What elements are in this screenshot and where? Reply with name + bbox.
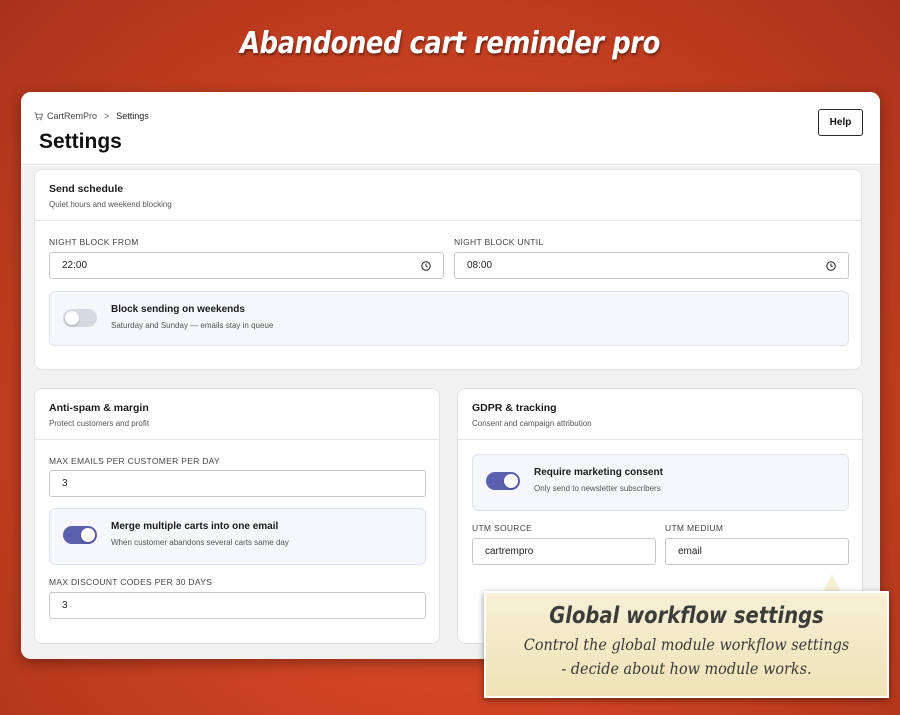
consent-toggle-title: Require marketing consent — [534, 467, 663, 478]
consent-toggle-row: Require marketing consent Only send to n… — [472, 454, 849, 511]
max-emails-value: 3 — [62, 478, 68, 489]
cart-icon — [34, 111, 43, 120]
help-button[interactable]: Help — [818, 109, 863, 136]
consent-toggle-subtitle: Only send to newsletter subscribers — [534, 484, 661, 493]
clock-icon[interactable] — [826, 261, 836, 271]
anti-spam-subtitle: Protect customers and profit — [49, 419, 150, 428]
utm-medium-input[interactable]: email — [665, 538, 849, 565]
merge-carts-toggle[interactable] — [63, 526, 97, 544]
page-header: CartRemPro > Settings Settings Help — [21, 92, 880, 165]
gdpr-header: GDPR & tracking Consent and campaign att… — [458, 389, 862, 440]
send-schedule-card: Send schedule Quiet hours and weekend bl… — [34, 169, 862, 370]
merge-carts-toggle-row: Merge multiple carts into one email When… — [49, 508, 426, 565]
anti-spam-title: Anti-spam & margin — [49, 402, 149, 414]
max-emails-label: MAX EMAILS PER CUSTOMER PER DAY — [49, 456, 220, 466]
settings-content: Send schedule Quiet hours and weekend bl… — [21, 166, 880, 659]
toggle-knob — [81, 528, 95, 542]
weekend-block-toggle[interactable] — [63, 309, 97, 327]
send-schedule-header: Send schedule Quiet hours and weekend bl… — [35, 170, 861, 221]
max-emails-input[interactable]: 3 — [49, 470, 426, 497]
marketing-consent-toggle[interactable] — [486, 472, 520, 490]
gdpr-title: GDPR & tracking — [472, 402, 557, 414]
night-block-until-label: NIGHT BLOCK UNTIL — [454, 237, 544, 247]
utm-source-value: cartrempro — [485, 546, 534, 557]
breadcrumb-separator: > — [104, 111, 110, 121]
merge-carts-subtitle: When customer abandons several carts sam… — [111, 538, 289, 547]
max-discount-value: 3 — [62, 600, 68, 611]
callout-pointer — [823, 574, 841, 592]
breadcrumb: CartRemPro > Settings — [34, 111, 149, 121]
utm-medium-label: UTM MEDIUM — [665, 523, 724, 533]
toggle-knob — [504, 474, 518, 488]
anti-spam-card: Anti-spam & margin Protect customers and… — [34, 388, 440, 644]
banner-title: Abandoned cart reminder pro — [240, 26, 660, 61]
settings-window: CartRemPro > Settings Settings Help Send… — [21, 92, 880, 659]
breadcrumb-root-link[interactable]: CartRemPro — [47, 111, 97, 121]
night-block-until-value: 08:00 — [467, 260, 493, 271]
page-title: Settings — [39, 130, 122, 153]
max-discount-label: MAX DISCOUNT CODES PER 30 DAYS — [49, 577, 213, 587]
workflow-callout: Global workflow settings Control the glo… — [484, 591, 889, 698]
merge-carts-title: Merge multiple carts into one email — [111, 521, 279, 532]
night-block-until-input[interactable]: 08:00 — [454, 252, 849, 279]
night-block-from-value: 22:00 — [62, 260, 88, 271]
send-schedule-title: Send schedule — [49, 183, 124, 195]
weekend-toggle-subtitle: Saturday and Sunday — emails stay in que… — [111, 321, 274, 330]
anti-spam-header: Anti-spam & margin Protect customers and… — [35, 389, 439, 440]
weekend-toggle-title: Block sending on weekends — [111, 304, 245, 315]
utm-source-label: UTM SOURCE — [472, 523, 533, 533]
callout-line-1: Control the global module workflow setti… — [523, 635, 850, 654]
callout-line-2: - decide about how module works. — [561, 659, 812, 678]
gdpr-subtitle: Consent and campaign attribution — [472, 419, 592, 428]
send-schedule-subtitle: Quiet hours and weekend blocking — [49, 200, 172, 209]
utm-source-input[interactable]: cartrempro — [472, 538, 656, 565]
breadcrumb-current: Settings — [116, 111, 149, 121]
night-block-from-label: NIGHT BLOCK FROM — [49, 237, 139, 247]
weekend-toggle-row: Block sending on weekends Saturday and S… — [49, 291, 849, 346]
max-discount-input[interactable]: 3 — [49, 592, 426, 619]
callout-title: Global workflow settings — [549, 603, 824, 629]
clock-icon[interactable] — [421, 261, 431, 271]
night-block-from-input[interactable]: 22:00 — [49, 252, 444, 279]
toggle-knob — [65, 311, 79, 325]
utm-medium-value: email — [678, 546, 702, 557]
